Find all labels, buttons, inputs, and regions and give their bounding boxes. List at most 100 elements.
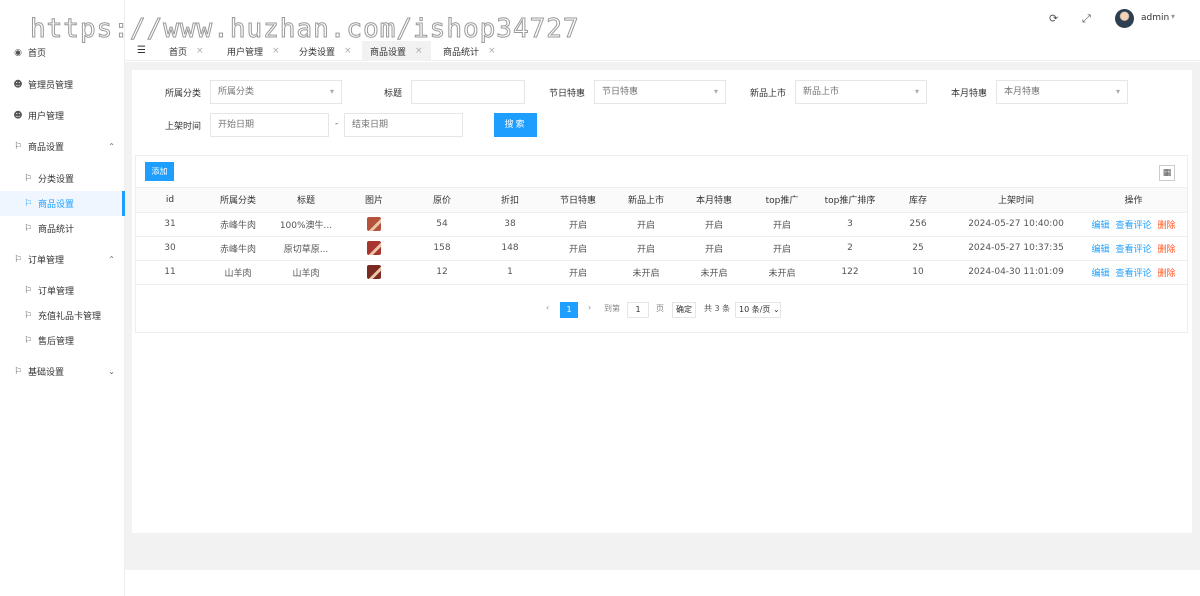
pagination: ‹ 1 › 到第 1 页 确定 共 3 条 10 条/页 ⌄: [136, 297, 1187, 325]
tab-home[interactable]: 首页 ×: [161, 41, 212, 61]
col-header: 上架时间: [952, 188, 1080, 213]
goto-page-input[interactable]: 1: [627, 302, 649, 318]
caret-down-icon: ▾: [713, 87, 718, 96]
chevron-down-icon: ⌄: [108, 367, 115, 376]
sidebar-group-basic-settings[interactable]: ⚐ 基础设置 ⌄: [0, 359, 125, 384]
product-thumbnail[interactable]: [367, 241, 381, 255]
col-header: 所属分类: [204, 188, 272, 213]
col-header: top推广排序: [816, 188, 884, 213]
column-toggle-icon[interactable]: ▦: [1159, 165, 1175, 181]
close-icon[interactable]: ×: [488, 46, 496, 56]
sidebar-item-product-stats[interactable]: ⚐ 商品统计: [0, 216, 125, 241]
title-label: 标题: [384, 89, 403, 99]
avatar[interactable]: [1115, 9, 1134, 28]
refresh-icon[interactable]: ⟳: [1049, 12, 1058, 25]
cell-price: 158: [408, 236, 476, 261]
sidebar-item-home[interactable]: ◉ 首页: [0, 40, 125, 65]
start-date-input[interactable]: 开始日期: [210, 113, 329, 137]
sidebar-item-label: 订单管理: [38, 287, 75, 297]
category-select-value: 所属分类: [218, 87, 255, 97]
category-label: 所属分类: [165, 89, 202, 99]
edit-link[interactable]: 编辑: [1091, 245, 1109, 255]
monthly-deal-select-value: 本月特惠: [1004, 87, 1041, 97]
edit-link[interactable]: 编辑: [1091, 221, 1109, 231]
cell-month: 未开启: [680, 260, 748, 285]
cell-ops: 编辑 查看评论 删除: [1080, 212, 1187, 237]
cell-price: 12: [408, 260, 476, 285]
caret-down-icon: ▾: [329, 87, 334, 96]
fullscreen-icon[interactable]: ⤢: [1082, 12, 1091, 26]
caret-down-icon: ▾: [1115, 87, 1120, 96]
close-icon[interactable]: ×: [415, 46, 423, 56]
sidebar-item-gift-cards[interactable]: ⚐ 充值礼品卡管理: [0, 303, 125, 328]
tab-product-settings[interactable]: 商品设置 ×: [362, 41, 431, 61]
cell-festival: 开启: [544, 236, 612, 261]
new-arrival-select[interactable]: 新品上市 ▾: [795, 80, 927, 104]
cell-new: 开启: [612, 236, 680, 261]
page-size-select[interactable]: 10 条/页 ⌄: [735, 302, 781, 318]
product-thumbnail[interactable]: [367, 265, 381, 279]
sidebar-item-user-management[interactable]: ☻ 用户管理: [0, 103, 125, 128]
cell-discount: 1: [476, 260, 544, 285]
monthly-deal-label: 本月特惠: [951, 89, 988, 99]
category-select[interactable]: 所属分类 ▾: [210, 80, 342, 104]
close-icon[interactable]: ×: [344, 46, 352, 56]
cell-top-sort: 122: [816, 260, 884, 285]
sidebar: ◉ 首页 ☻ 管理员管理 ☻ 用户管理 ⚐ 商品设置 ⌃ ⚐ 分类设置 ⚐ 商品…: [0, 0, 125, 596]
sidebar-item-label: 商品统计: [38, 225, 75, 235]
sidebar-item-label: 充值礼品卡管理: [38, 312, 102, 322]
view-reviews-link[interactable]: 查看评论: [1115, 245, 1151, 255]
tab-category-settings[interactable]: 分类设置 ×: [291, 41, 360, 61]
user-name[interactable]: admin: [1141, 13, 1169, 23]
festival-select-value: 节日特惠: [602, 87, 639, 97]
delete-link[interactable]: 删除: [1158, 269, 1176, 279]
goto-confirm-button[interactable]: 确定: [672, 302, 696, 318]
tab-label: 用户管理: [227, 47, 264, 58]
flag-icon: ⚐: [23, 285, 33, 296]
sidebar-item-label: 商品设置: [38, 200, 75, 210]
sidebar-item-category-settings[interactable]: ⚐ 分类设置: [0, 166, 125, 191]
sidebar-item-after-sales[interactable]: ⚐ 售后管理: [0, 328, 125, 353]
product-thumbnail[interactable]: [367, 217, 381, 231]
chevron-left-icon[interactable]: ‹: [546, 303, 549, 312]
chevron-right-icon[interactable]: ›: [588, 303, 591, 312]
col-header: 折扣: [476, 188, 544, 213]
sidebar-item-label: 商品设置: [28, 143, 65, 153]
tab-label: 商品统计: [443, 47, 480, 58]
view-reviews-link[interactable]: 查看评论: [1115, 269, 1151, 279]
sidebar-item-admin-management[interactable]: ☻ 管理员管理: [0, 72, 125, 97]
close-icon[interactable]: ×: [272, 46, 280, 56]
tab-product-stats[interactable]: 商品统计 ×: [435, 41, 504, 61]
flag-icon: ⚐: [23, 198, 33, 209]
festival-select[interactable]: 节日特惠 ▾: [594, 80, 726, 104]
title-input[interactable]: [411, 80, 525, 104]
sidebar-item-product-settings[interactable]: ⚐ 商品设置: [0, 191, 125, 216]
col-header: 图片: [340, 188, 408, 213]
close-icon[interactable]: ×: [196, 46, 204, 56]
cell-top-sort: 3: [816, 212, 884, 237]
end-date-input[interactable]: 结束日期: [344, 113, 463, 137]
menu-fold-icon[interactable]: ☰: [137, 45, 146, 56]
add-button[interactable]: 添加: [145, 162, 174, 181]
tab-user-management[interactable]: 用户管理 ×: [219, 41, 288, 61]
search-button[interactable]: 搜索: [494, 113, 537, 137]
delete-link[interactable]: 删除: [1158, 221, 1176, 231]
cell-category: 赤峰牛肉: [204, 212, 272, 237]
table-row: 11 山羊肉 山羊肉 12 1 开启 未开启 未开启 未开启 122 10 20…: [136, 260, 1187, 285]
view-reviews-link[interactable]: 查看评论: [1115, 221, 1151, 231]
delete-link[interactable]: 删除: [1158, 245, 1176, 255]
sidebar-item-orders[interactable]: ⚐ 订单管理: [0, 278, 125, 303]
cell-time: 2024-05-27 10:40:00: [952, 212, 1080, 237]
edit-link[interactable]: 编辑: [1091, 269, 1109, 279]
cell-price: 54: [408, 212, 476, 237]
cell-ops: 编辑 查看评论 删除: [1080, 236, 1187, 261]
content-card: 所属分类 所属分类 ▾ 标题 节日特惠 节日特惠 ▾ 新品上市 新品上市 ▾ 本…: [132, 70, 1192, 533]
chevron-down-icon: ⌄: [772, 305, 780, 314]
monthly-deal-select[interactable]: 本月特惠 ▾: [996, 80, 1128, 104]
sidebar-group-product-settings[interactable]: ⚐ 商品设置 ⌃: [0, 134, 125, 159]
caret-down-icon[interactable]: ▾: [1171, 12, 1175, 21]
cell-top: 未开启: [748, 260, 816, 285]
sidebar-group-order-management[interactable]: ⚐ 订单管理 ⌃: [0, 247, 125, 272]
cell-image: [340, 260, 408, 285]
page-current[interactable]: 1: [560, 302, 578, 318]
